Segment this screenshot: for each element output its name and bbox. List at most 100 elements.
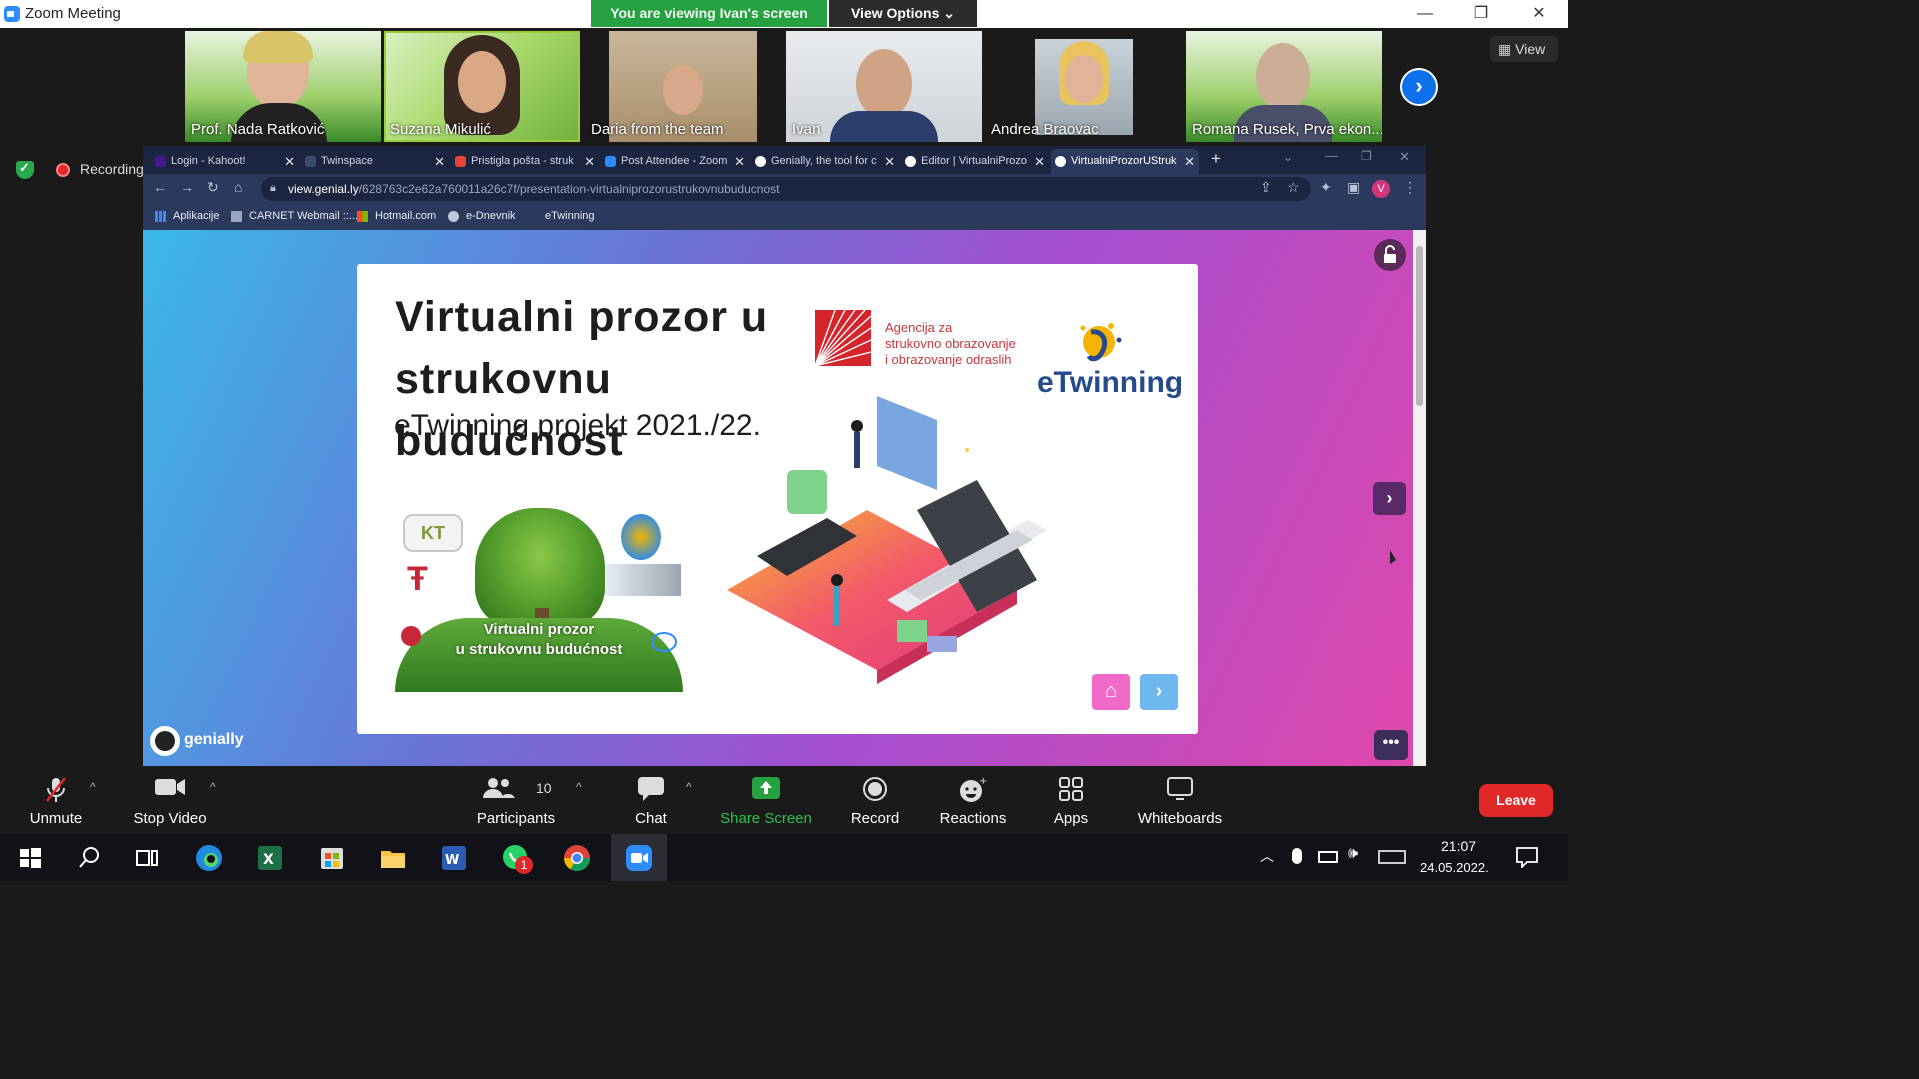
close-tab-icon[interactable]: ✕ (434, 149, 445, 174)
video-options-caret-icon[interactable]: ^ (210, 780, 216, 794)
security-shield-icon[interactable] (16, 160, 34, 179)
battery-icon[interactable] (1318, 851, 1338, 863)
clock-date[interactable]: 24.05.2022. (1420, 860, 1489, 875)
participant-tile[interactable]: Ivan (786, 31, 982, 142)
browser-tab[interactable]: Login - Kahoot! ✕ (151, 149, 299, 174)
browser-tab[interactable]: Post Attendee - Zoom ✕ (601, 149, 749, 174)
camera-icon (155, 779, 185, 795)
notification-badge: 1 (515, 856, 533, 874)
home-icon[interactable]: ⌂ (234, 179, 242, 195)
close-tab-icon[interactable]: ✕ (284, 149, 295, 174)
participants-button[interactable]: 10 Participants (470, 766, 562, 834)
genially-icon (755, 156, 766, 167)
slide-title-line: Virtualni prozor u (395, 293, 769, 341)
unlock-icon[interactable] (1374, 239, 1406, 271)
bookmark-item[interactable]: e-Dnevnik (466, 210, 516, 222)
browser-close-icon[interactable]: ✕ (1399, 149, 1410, 165)
stop-video-button[interactable]: Stop Video (126, 766, 214, 834)
meeting-controls-bar: Unmute ^ Stop Video ^ 10 Participants ^ … (0, 766, 1568, 834)
extensions-icon[interactable]: ✦ (1320, 179, 1332, 196)
whiteboards-button[interactable]: Whiteboards (1130, 766, 1230, 834)
bookmark-item[interactable]: Hotmail.com (375, 210, 436, 222)
chat-button[interactable]: Chat (620, 766, 682, 834)
next-page-button[interactable]: › (1140, 674, 1178, 710)
participants-options-caret-icon[interactable]: ^ (576, 780, 582, 794)
minimize-button[interactable]: — (1402, 0, 1448, 28)
participant-tile[interactable]: Daria from the team (585, 31, 781, 142)
back-icon[interactable]: ← (153, 179, 167, 195)
browser-restore-icon[interactable]: ❐ (1361, 149, 1372, 163)
tab-search-icon[interactable]: ⌄ (1283, 150, 1293, 164)
browser-tab[interactable]: Twinspace ✕ (301, 149, 449, 174)
side-panel-icon[interactable]: ▣ (1347, 179, 1360, 196)
menu-icon[interactable]: ⋮ (1403, 179, 1417, 196)
windows-start-icon[interactable] (14, 842, 46, 874)
share-screen-button[interactable]: Share Screen (718, 766, 814, 834)
microsoft-store-icon[interactable] (316, 842, 348, 874)
bookmark-star-icon[interactable]: ☆ (1287, 179, 1300, 196)
clock-time[interactable]: 21:07 (1441, 838, 1476, 854)
participant-tile[interactable]: Romana Rusek, Prva ekon... (1186, 31, 1382, 142)
close-window-button[interactable]: ✕ (1516, 0, 1562, 28)
browser-tab[interactable]: Pristigla pošta - struk ✕ (451, 149, 599, 174)
microphone-tray-icon[interactable] (1292, 848, 1302, 864)
audio-options-caret-icon[interactable]: ^ (90, 780, 96, 794)
more-options-button[interactable]: ••• (1374, 730, 1408, 760)
close-tab-icon[interactable]: ✕ (1034, 149, 1045, 174)
grid-icon: ▦ (1498, 41, 1512, 57)
reload-icon[interactable]: ↻ (207, 179, 219, 196)
gmail-icon (455, 156, 466, 167)
close-tab-icon[interactable]: ✕ (584, 149, 595, 174)
next-participants-button[interactable]: › (1400, 68, 1438, 106)
chrome-icon[interactable] (561, 842, 593, 874)
bookmark-item[interactable]: eTwinning (545, 210, 595, 222)
browser-tab[interactable]: Genially, the tool for c ✕ (751, 149, 899, 174)
browser-tab-active[interactable]: VirtualniProzorUStruk ✕ (1051, 149, 1199, 174)
participant-tile[interactable]: Andrea Braovac (985, 31, 1181, 142)
word-icon[interactable]: W (438, 842, 470, 874)
search-icon[interactable] (74, 842, 106, 874)
participant-video (856, 49, 912, 119)
close-tab-icon[interactable]: ✕ (884, 149, 895, 174)
url-domain: view.genial.ly (288, 182, 359, 196)
notifications-icon[interactable] (1515, 846, 1539, 868)
close-tab-icon[interactable]: ✕ (1184, 149, 1195, 174)
reactions-button[interactable]: + Reactions (934, 766, 1012, 834)
show-hidden-icons-icon[interactable]: ︿ (1260, 846, 1274, 866)
browser-minimize-icon[interactable]: — (1325, 148, 1338, 163)
apps-button[interactable]: Apps (1044, 766, 1098, 834)
view-layout-button[interactable]: ▦ View (1490, 36, 1558, 62)
bookmark-item[interactable]: CARNET Webmail ::... (249, 210, 358, 222)
forward-icon[interactable]: → (180, 179, 194, 195)
restore-button[interactable]: ❐ (1458, 0, 1504, 28)
share-icon[interactable]: ⇪ (1260, 179, 1272, 196)
speaker-icon[interactable]: 🕪︎ (1348, 845, 1358, 863)
participant-tile[interactable]: Suzana Mikulić (384, 31, 580, 142)
scrollbar-thumb[interactable] (1416, 246, 1423, 406)
school-crest (621, 514, 661, 560)
record-button[interactable]: Record (842, 766, 908, 834)
next-slide-button[interactable]: › (1373, 482, 1406, 515)
bookmark-item[interactable]: Aplikacije (173, 210, 219, 222)
browser-tab[interactable]: Editor | VirtualniProzo ✕ (901, 149, 1049, 174)
zoom-taskbar-icon[interactable] (623, 842, 655, 874)
profile-avatar[interactable]: V (1372, 180, 1390, 198)
participant-tile[interactable]: Prof. Nada Ratković (185, 31, 381, 142)
keyboard-icon[interactable] (1378, 850, 1406, 864)
unmute-button[interactable]: Unmute (20, 766, 92, 834)
chat-options-caret-icon[interactable]: ^ (686, 780, 692, 794)
edge-browser-icon[interactable] (193, 842, 225, 874)
home-slide-button[interactable]: ⌂ (1092, 674, 1130, 710)
etwinning-wordmark: eTwinning (1037, 366, 1184, 399)
url-text[interactable]: view.genial.ly/628763c2e62a760011a26c7f/… (288, 182, 779, 196)
page-scrollbar[interactable] (1413, 230, 1426, 766)
close-tab-icon[interactable]: ✕ (734, 149, 745, 174)
window-title: Zoom Meeting (25, 5, 121, 22)
new-tab-button[interactable]: + (1211, 149, 1221, 169)
leave-button[interactable]: Leave (1479, 784, 1553, 817)
view-options-button[interactable]: View Options ⌄ (829, 0, 977, 27)
task-view-icon[interactable] (131, 842, 163, 874)
file-explorer-icon[interactable] (377, 842, 409, 874)
mouse-cursor-icon (1390, 550, 1396, 564)
excel-icon[interactable]: X (254, 842, 286, 874)
